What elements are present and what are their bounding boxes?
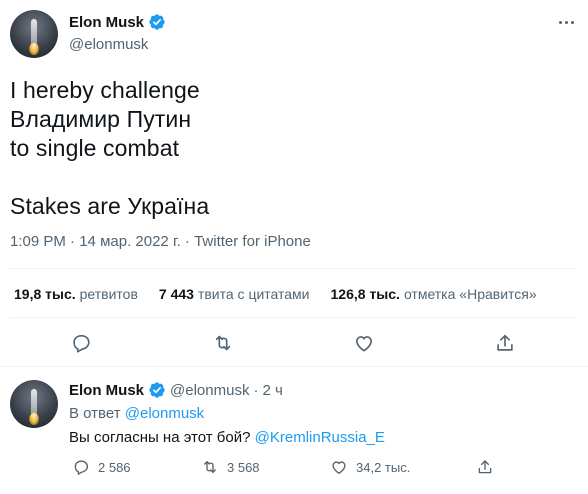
tweet-source[interactable]: Twitter for iPhone <box>194 233 311 250</box>
tweet-date[interactable]: 14 мар. 2022 г. <box>79 233 181 250</box>
quotes-stat[interactable]: 7 443 твита с цитатами <box>159 286 310 302</box>
reply-icon[interactable] <box>70 332 92 354</box>
reply-separator: · <box>253 381 259 399</box>
reply-time[interactable]: 2 ч <box>262 382 282 399</box>
reply-like-count: 34,2 тыс. <box>356 459 411 475</box>
tweet-text: I hereby challenge Владимир Путин to sin… <box>10 77 210 219</box>
reply-reply-button[interactable]: 2 586 <box>72 458 131 476</box>
reply-retweet-count: 3 568 <box>227 459 260 475</box>
author-handle[interactable]: @elonmusk <box>69 36 148 53</box>
reply-share-button[interactable] <box>476 458 494 476</box>
likes-stat[interactable]: 126,8 тыс. отметка «Нравится» <box>331 286 537 302</box>
divider <box>0 366 588 367</box>
reply-author-avatar[interactable] <box>10 380 58 428</box>
verified-badge-icon <box>149 382 165 398</box>
reply-retweet-button[interactable]: 3 568 <box>201 458 260 476</box>
retweet-icon[interactable] <box>212 332 234 354</box>
retweets-count: 19,8 тыс. <box>14 286 76 302</box>
reply-text: Вы согласны на этот бой? <box>69 429 251 446</box>
reply-author-handle[interactable]: @elonmusk <box>170 382 249 399</box>
reply-mention[interactable]: @KremlinRussia_E <box>255 429 385 446</box>
quotes-label: твита с цитатами <box>197 286 310 302</box>
meta-separator: · <box>70 233 76 250</box>
share-icon[interactable] <box>494 332 516 354</box>
like-icon <box>332 461 346 474</box>
more-icon[interactable] <box>554 12 578 32</box>
retweets-stat[interactable]: 19,8 тыс. ретвитов <box>14 286 138 302</box>
reply-reply-count: 2 586 <box>98 459 131 475</box>
tweet-time[interactable]: 1:09 PM <box>10 233 66 250</box>
likes-label: отметка «Нравится» <box>403 286 537 302</box>
reply-header: Elon Musk @elonmusk · 2 ч <box>69 381 283 399</box>
quotes-count: 7 443 <box>158 286 194 302</box>
reply-like-button[interactable]: 34,2 тыс. <box>330 458 410 476</box>
reply-to-handle[interactable]: @elonmusk <box>125 405 204 422</box>
author-name-row[interactable]: Elon Musk <box>69 13 166 31</box>
retweet-icon <box>204 461 216 473</box>
verified-badge-icon <box>149 14 165 30</box>
author-avatar[interactable] <box>10 10 58 58</box>
reply-to-label: В ответ <box>69 405 121 422</box>
like-icon[interactable] <box>353 332 375 354</box>
reply-text-line: Вы согласны на этот бой? @KremlinRussia_… <box>69 429 385 446</box>
divider <box>10 268 578 269</box>
reply-to-line: В ответ @elonmusk <box>69 405 204 422</box>
divider <box>10 317 578 318</box>
likes-count: 126,8 тыс. <box>330 286 400 302</box>
reply-author-name[interactable]: Elon Musk <box>69 382 144 399</box>
reply-icon <box>74 460 89 475</box>
meta-separator: · <box>184 233 190 250</box>
share-icon <box>478 460 492 474</box>
retweets-label: ретвитов <box>79 286 138 302</box>
author-name[interactable]: Elon Musk <box>69 14 144 31</box>
tweet-meta: 1:09 PM · 14 мар. 2022 г. · Twitter for … <box>10 233 311 250</box>
tweet-stats: 19,8 тыс. ретвитов 7 443 твита с цитатами … <box>14 286 537 302</box>
